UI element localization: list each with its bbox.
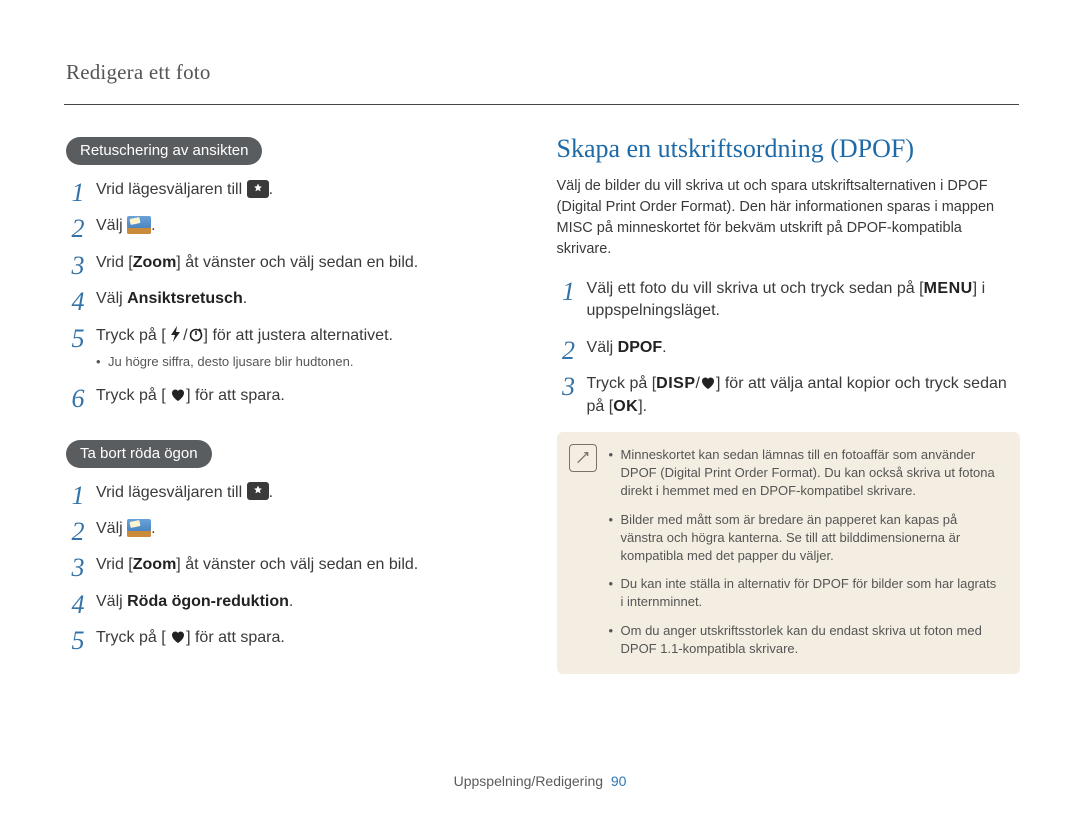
note-icon bbox=[569, 444, 597, 472]
step-text: . bbox=[269, 484, 273, 501]
step-text: ]. bbox=[638, 398, 647, 415]
right-column: Skapa en utskriftsordning (DPOF) Välj de… bbox=[557, 60, 1020, 674]
step-text: . bbox=[662, 339, 666, 356]
step-subnote: Ju högre siffra, desto ljusare blir hudt… bbox=[96, 353, 501, 371]
step-text: ] åt vänster och välj sedan en bild. bbox=[176, 556, 418, 573]
step-text: ] åt vänster och välj sedan en bild. bbox=[176, 254, 418, 271]
step-text: . bbox=[289, 593, 293, 610]
step-text: Tryck på [ bbox=[96, 629, 166, 646]
step-text: . bbox=[269, 181, 273, 198]
step-text: Välj bbox=[96, 290, 127, 307]
step-text: Välj bbox=[96, 593, 127, 610]
steps-dpof: 1 Välj ett foto du vill skriva ut och tr… bbox=[557, 278, 1020, 432]
step-text: . bbox=[243, 290, 247, 307]
step-bold: DPOF bbox=[618, 339, 662, 356]
step-text: Välj bbox=[587, 339, 618, 356]
step-text: ] för att spara. bbox=[186, 387, 285, 404]
edit-photo-icon bbox=[127, 519, 151, 537]
step-text: . bbox=[151, 520, 155, 537]
step-text: ] för att justera alternativet. bbox=[204, 327, 393, 344]
step-bold: Ansiktsretusch bbox=[127, 290, 243, 307]
key-ok: OK bbox=[613, 398, 638, 415]
step-text: Välj bbox=[96, 217, 127, 234]
footer-section: Uppspelning/Redigering bbox=[454, 773, 603, 789]
note-item: Du kan inte ställa in alternativ för DPO… bbox=[609, 575, 1002, 621]
pill-face-retouch: Retuschering av ansikten bbox=[66, 137, 262, 165]
note-item: Om du anger utskriftsstorlek kan du enda… bbox=[609, 622, 1002, 658]
macro-icon bbox=[700, 376, 716, 390]
header-rule bbox=[64, 104, 1019, 105]
step-text: Vrid lägesväljaren till bbox=[96, 484, 247, 501]
key-disp: DISP bbox=[656, 375, 695, 392]
step-text: Tryck på [ bbox=[587, 375, 657, 392]
step-text: Välj ett foto du vill skriva ut och tryc… bbox=[587, 280, 924, 297]
macro-icon bbox=[170, 630, 186, 644]
step-bold: Röda ögon-reduktion bbox=[127, 593, 289, 610]
note-item: Bilder med mått som är bredare än papper… bbox=[609, 511, 1002, 576]
intro-paragraph: Välj de bilder du vill skriva ut och spa… bbox=[557, 176, 1020, 260]
edit-photo-icon bbox=[127, 216, 151, 234]
flash-icon bbox=[170, 326, 183, 342]
step-text: ] för att spara. bbox=[186, 629, 285, 646]
mode-magic-icon bbox=[247, 180, 269, 198]
step-text: Vrid lägesväljaren till bbox=[96, 181, 247, 198]
mode-magic-icon bbox=[247, 482, 269, 500]
note-box: Minneskortet kan sedan lämnas till en fo… bbox=[557, 432, 1020, 674]
steps-face-retouch: 1 Vrid lägesväljaren till . 2 Välj . 3 V… bbox=[66, 179, 501, 422]
footer-page-number: 90 bbox=[611, 773, 627, 789]
page-title: Redigera ett foto bbox=[66, 60, 501, 85]
step-text: . bbox=[151, 217, 155, 234]
note-item: Minneskortet kan sedan lämnas till en fo… bbox=[609, 446, 1002, 511]
section-heading-dpof: Skapa en utskriftsordning (DPOF) bbox=[557, 134, 1020, 164]
step-text: Tryck på [ bbox=[96, 387, 166, 404]
steps-redeye: 1 Vrid lägesväljaren till . 2 Välj . 3 V… bbox=[66, 482, 501, 664]
timer-icon bbox=[188, 326, 204, 342]
key-menu: MENU bbox=[924, 280, 973, 297]
pill-redeye: Ta bort röda ögon bbox=[66, 440, 212, 468]
step-text: Vrid [ bbox=[96, 556, 133, 573]
page-footer: Uppspelning/Redigering 90 bbox=[0, 773, 1080, 789]
left-column: Redigera ett foto Retuschering av ansikt… bbox=[66, 60, 501, 674]
step-bold: Zoom bbox=[133, 254, 177, 271]
step-bold: Zoom bbox=[133, 556, 177, 573]
step-text: Välj bbox=[96, 520, 127, 537]
macro-icon bbox=[170, 388, 186, 402]
step-text: Vrid [ bbox=[96, 254, 133, 271]
step-text: Tryck på [ bbox=[96, 327, 166, 344]
